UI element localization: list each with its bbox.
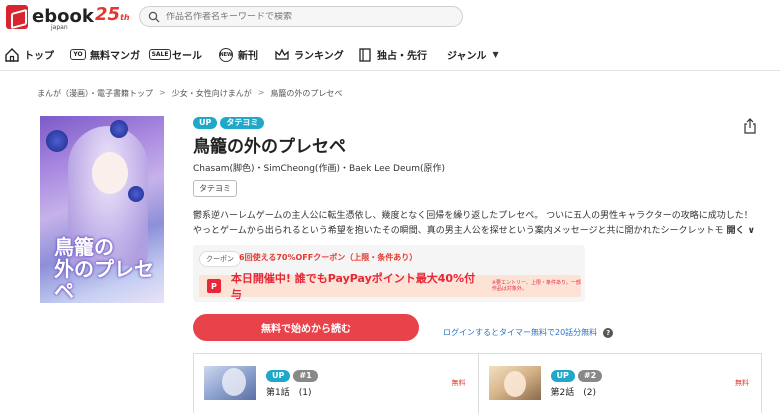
cover-art-flower	[128, 186, 144, 202]
up-badge: UP	[550, 370, 575, 382]
episode-list: UP #1 第1話 (1) 無料 UP #2 第2話 (2) 無料	[193, 353, 762, 414]
breadcrumb-separator: >	[257, 88, 265, 97]
nav-label-genre: ジャンル	[447, 51, 487, 62]
cover-title-line1: 鳥籠の	[54, 235, 114, 259]
sale-icon-text: SALE	[148, 49, 172, 60]
search-bar[interactable]	[139, 6, 463, 27]
nav-item-genre[interactable]: ジャンル ▼	[447, 38, 499, 71]
book-title: 鳥籠の外のプレセペ	[193, 137, 346, 157]
nav-item-new[interactable]: NEW 新刊	[218, 38, 258, 71]
breadcrumb: まんが（漫画）・電子書籍トップ > 少女・女性向けまんが > 鳥籠の外のプレセペ	[37, 88, 342, 99]
episode-price: 無料	[735, 379, 749, 387]
cover-art-flower	[46, 130, 68, 152]
tateyomi-tag[interactable]: タテヨミ	[193, 180, 237, 197]
nav-item-top[interactable]: トップ	[4, 38, 54, 71]
chevron-down-icon: ▼	[492, 50, 499, 59]
new-icon: NEW	[218, 47, 234, 63]
nav-label-sale: セール	[172, 51, 202, 62]
expand-description-button[interactable]: 開く ∨	[726, 226, 754, 236]
book-cover[interactable]: 鳥籠の 外のプレセペ	[40, 116, 164, 303]
exclusive-book-icon	[357, 47, 373, 63]
logo-subtext: japan	[51, 24, 68, 31]
coupon-label: クーポン	[199, 251, 241, 267]
breadcrumb-item-current: 鳥籠の外のプレセペ	[270, 89, 343, 98]
expand-chevron-icon: ∨	[747, 226, 755, 236]
description-line2: やっとゲームから出られるという希望を抱いたその瞬間、真の男主人公を探せという案内…	[193, 226, 724, 236]
description-line2-wrap: やっとゲームから出られるという希望を抱いたその瞬間、真の男主人公を探せという案内…	[193, 224, 765, 239]
description-line1: 鬱系逆ハーレムゲームの主人公に転生憑依し、幾度となく回帰を繰り返したプレセペ。 …	[193, 211, 753, 221]
search-input[interactable]	[166, 11, 446, 22]
nav-label-ranking: ランキング	[294, 51, 344, 62]
coupon-box: クーポン 6回使える70%OFFクーポン（上限・条件あり） P 本日開催中! 誰…	[193, 245, 585, 302]
tateyomi-badge: タテヨミ	[220, 117, 265, 129]
yo-icon-text: YO	[70, 49, 86, 60]
episode-number-badge: #2	[577, 370, 603, 382]
new-icon-text: NEW	[219, 47, 233, 62]
nav-item-free-manga[interactable]: YO 無料マンガ	[70, 38, 140, 71]
book-description: 鬱系逆ハーレムゲームの主人公に転生憑依し、幾度となく回帰を繰り返したプレセペ。 …	[193, 209, 765, 239]
yo-icon: YO	[70, 47, 86, 63]
book-logo-icon	[6, 5, 28, 29]
cover-art-flower	[110, 120, 128, 138]
read-from-start-button[interactable]: 無料で始めから読む	[193, 314, 419, 341]
anniversary-suffix: th	[120, 13, 130, 22]
cover-art-face	[92, 152, 128, 194]
help-icon[interactable]: ?	[603, 327, 614, 338]
up-badge: UP	[193, 117, 218, 129]
expand-label: 開く	[726, 226, 745, 236]
paypay-banner[interactable]: P 本日開催中! 誰でもPayPayポイント最大40%付与 ※要エントリー、上限…	[199, 272, 581, 301]
anniversary-number: 25	[95, 4, 121, 25]
nav-item-exclusive[interactable]: 独占・先行	[357, 38, 427, 71]
home-icon	[4, 47, 20, 63]
share-icon[interactable]	[743, 118, 757, 134]
crown-icon	[274, 47, 290, 63]
login-timer-link[interactable]: ログインするとタイマー無料で20話分無料	[443, 327, 597, 338]
episode-title: 第2話 (2)	[550, 388, 596, 398]
episode-thumbnail	[488, 366, 541, 400]
sale-icon: SALE	[148, 47, 172, 63]
episode-price: 無料	[451, 379, 466, 387]
breadcrumb-item-top[interactable]: まんが（漫画）・電子書籍トップ	[37, 88, 153, 99]
nav-label-free-manga: 無料マンガ	[90, 51, 140, 62]
ebook-japan-logo[interactable]: ebook	[6, 5, 94, 29]
nav-label-exclusive: 独占・先行	[377, 51, 427, 62]
anniversary-badge: 25th	[95, 6, 130, 27]
episode-badges: UP #1	[266, 370, 318, 382]
breadcrumb-separator: >	[159, 88, 166, 97]
main-nav: トップ YO 無料マンガ SALE セール NEW 新刊 ランキング 独占・先行…	[0, 38, 780, 71]
episode-thumbnail	[204, 366, 256, 400]
nav-item-ranking[interactable]: ランキング	[274, 38, 344, 71]
episode-item[interactable]: UP #1 第1話 (1) 無料	[194, 354, 478, 414]
nav-label-new: 新刊	[238, 51, 258, 62]
breadcrumb-item-category[interactable]: 少女・女性向けまんが	[172, 88, 252, 99]
login-timer-link-wrap: ログインするとタイマー無料で20話分無料 ?	[443, 327, 614, 338]
cover-title-line2: 外のプレセペ	[54, 257, 154, 303]
episode-title: 第1話 (1)	[266, 388, 312, 398]
paypay-text: 本日開催中! 誰でもPayPayポイント最大40%付与	[230, 272, 476, 301]
episode-badges: UP #2	[550, 370, 603, 382]
book-badges: UP タテヨミ	[193, 117, 265, 129]
coupon-text[interactable]: 6回使える70%OFFクーポン（上限・条件あり）	[239, 252, 417, 263]
paypay-note: ※要エントリー、上限・条件あり。一部作品は対象外。	[491, 280, 581, 292]
episode-number-badge: #1	[293, 370, 318, 382]
paypay-logo-icon: P	[207, 279, 221, 293]
nav-label-top: トップ	[24, 51, 54, 62]
episode-item[interactable]: UP #2 第2話 (2) 無料	[477, 354, 762, 414]
nav-item-sale[interactable]: SALE セール	[148, 38, 202, 71]
up-badge: UP	[266, 370, 291, 382]
search-icon	[148, 11, 160, 22]
book-authors[interactable]: Chasam(脚色)・SimCheong(作画)・Baek Lee Deum(原…	[193, 161, 445, 174]
site-header: ebook japan 25th	[0, 0, 780, 38]
cover-title: 鳥籠の 外のプレセペ	[54, 236, 164, 302]
